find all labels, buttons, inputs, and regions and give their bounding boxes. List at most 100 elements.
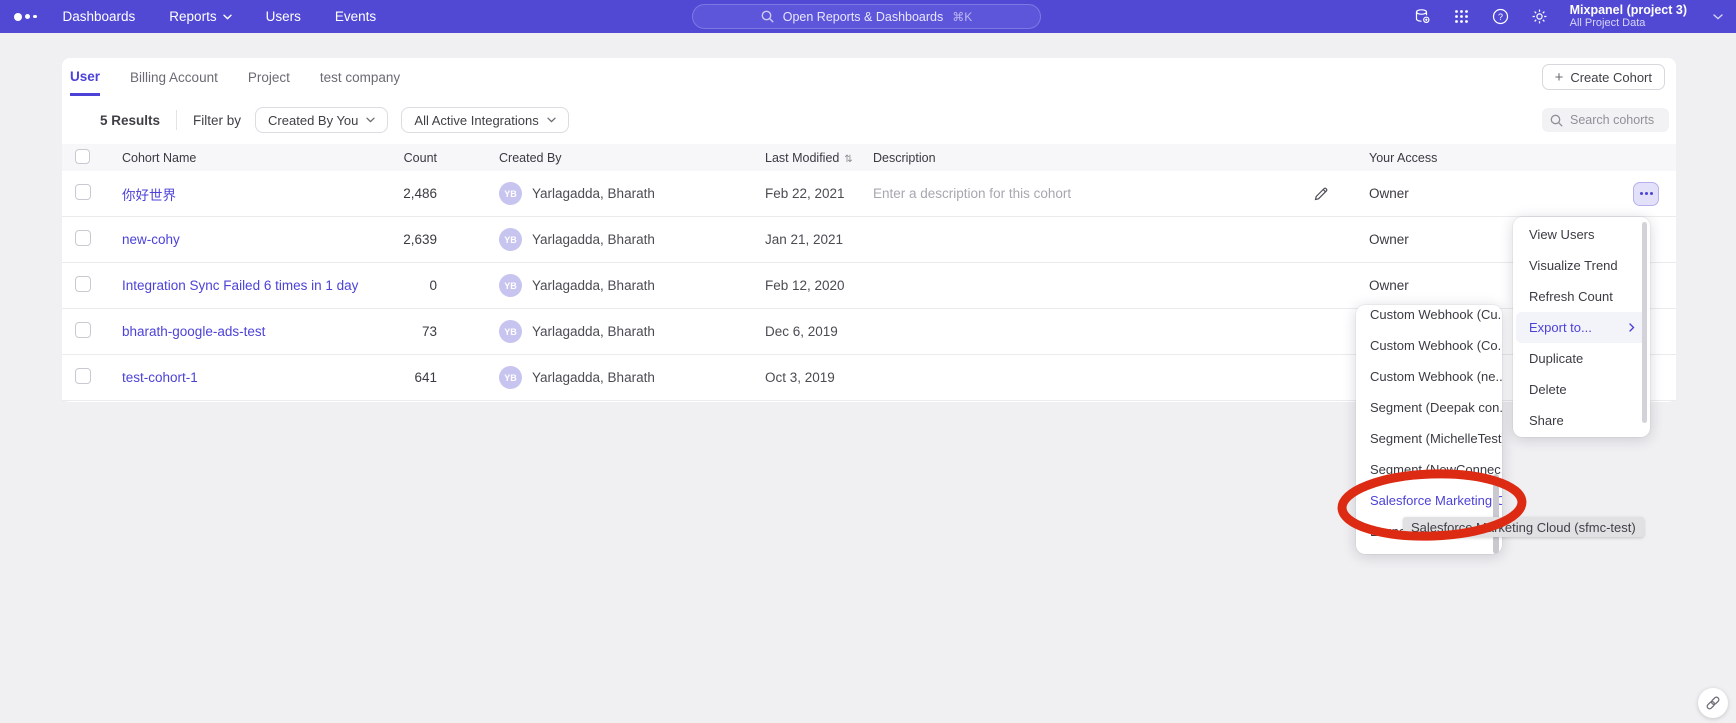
search-cohorts-box [1542, 108, 1669, 132]
nav-item-dashboards[interactable]: Dashboards [63, 9, 136, 24]
menu-item-visualize-trend[interactable]: Visualize Trend [1513, 250, 1650, 281]
submenu-item-segment-1[interactable]: Segment (Deepak con... [1356, 392, 1502, 423]
creator-name: Yarlagadda, Bharath [532, 278, 655, 293]
submenu-item-segment-3[interactable]: Segment (NewConnec... [1356, 454, 1502, 485]
cohort-name-link[interactable]: test-cohort-1 [122, 370, 198, 385]
menu-item-view-users[interactable]: View Users [1513, 219, 1650, 250]
filter-by-label: Filter by [193, 113, 241, 128]
cohort-count: 2,486 [382, 186, 437, 201]
row-checkbox[interactable] [75, 276, 91, 292]
search-icon [761, 10, 774, 23]
cohort-name-link[interactable]: new-cohy [122, 232, 180, 247]
description-input[interactable]: Enter a description for this cohort [861, 186, 1309, 201]
menu-item-share[interactable]: Share [1513, 405, 1650, 436]
last-modified: Oct 3, 2019 [753, 370, 861, 385]
edit-pencil-icon[interactable] [1313, 186, 1357, 202]
col-count: Count [382, 151, 437, 165]
access-level: Owner [1357, 186, 1627, 201]
table-header: Cohort Name Count Created By Last Modifi… [62, 144, 1676, 171]
creator-name: Yarlagadda, Bharath [532, 370, 655, 385]
avatar: YB [499, 182, 522, 205]
menu-item-refresh-count[interactable]: Refresh Count [1513, 281, 1650, 312]
avatar: YB [499, 366, 522, 389]
select-all-checkbox[interactable] [75, 149, 90, 164]
cohort-count: 2,639 [382, 232, 437, 247]
share-link-button[interactable] [1698, 688, 1728, 718]
row-context-menu: View Users Visualize Trend Refresh Count… [1513, 217, 1650, 437]
cohort-name-link[interactable]: 你好世界 [122, 188, 176, 203]
col-cohort-name: Cohort Name [110, 151, 382, 165]
submenu-chevron-icon [1629, 323, 1635, 332]
tab-test-company[interactable]: test company [320, 60, 400, 94]
project-switcher[interactable]: Mixpanel (project 3) All Project Data [1570, 3, 1687, 30]
sort-icon: ⇅ [844, 154, 852, 165]
salesforce-tooltip: Salesforce Marketing Cloud (sfmc-test) [1403, 517, 1644, 537]
tab-project[interactable]: Project [248, 60, 290, 94]
mixpanel-logo[interactable] [14, 13, 37, 21]
menu-item-duplicate[interactable]: Duplicate [1513, 343, 1650, 374]
row-checkbox[interactable] [75, 368, 91, 384]
settings-gear-icon[interactable] [1531, 8, 1548, 25]
nav-item-reports[interactable]: Reports [169, 9, 231, 24]
search-cohorts-input[interactable] [1570, 113, 1660, 127]
cohort-name-link[interactable]: bharath-google-ads-test [122, 324, 265, 339]
search-icon [1550, 114, 1563, 127]
row-actions-button[interactable] [1633, 182, 1659, 206]
cohort-count: 641 [382, 370, 437, 385]
table-row: Integration Sync Failed 6 times in 1 day… [62, 263, 1676, 309]
col-last-modified[interactable]: Last Modified⇅ [753, 151, 861, 165]
table-row: new-cohy 2,639 YBYarlagadda, Bharath Jan… [62, 217, 1676, 263]
chevron-down-icon [223, 14, 232, 20]
avatar: YB [499, 320, 522, 343]
col-your-access: Your Access [1357, 151, 1627, 165]
submenu-item-custom-webhook-2[interactable]: Custom Webhook (Co... [1356, 330, 1502, 361]
results-count: 5 Results [100, 113, 160, 128]
col-created-by: Created By [487, 151, 753, 165]
row-checkbox[interactable] [75, 322, 91, 338]
global-search-button[interactable]: Open Reports & Dashboards ⌘K [692, 4, 1041, 29]
cohort-name-link[interactable]: Integration Sync Failed 6 times in 1 day [122, 278, 358, 293]
col-description: Description [861, 151, 1309, 165]
row-checkbox[interactable] [75, 184, 91, 200]
submenu-item-custom-webhook-1[interactable]: Custom Webhook (Cu... [1356, 305, 1502, 330]
cohort-count: 73 [382, 324, 437, 339]
nav-item-events[interactable]: Events [335, 9, 376, 24]
submenu-item-segment-2[interactable]: Segment (MichelleTest) [1356, 423, 1502, 454]
filter-bar: 5 Results Filter by Created By You All A… [62, 96, 1676, 144]
context-menu-scrollbar[interactable] [1642, 222, 1647, 423]
project-name: Mixpanel (project 3) [1570, 3, 1687, 17]
data-management-icon[interactable] [1414, 8, 1431, 25]
creator-name: Yarlagadda, Bharath [532, 232, 655, 247]
create-cohort-button[interactable]: + Create Cohort [1542, 64, 1665, 90]
last-modified: Dec 6, 2019 [753, 324, 861, 339]
last-modified: Feb 12, 2020 [753, 278, 861, 293]
tab-user[interactable]: User [70, 59, 100, 96]
chevron-down-icon [366, 117, 375, 123]
creator-name: Yarlagadda, Bharath [532, 324, 655, 339]
project-chevron-down-icon[interactable] [1709, 8, 1726, 25]
plus-icon: + [1555, 70, 1564, 85]
divider [176, 110, 177, 130]
nav-item-users[interactable]: Users [266, 9, 301, 24]
tab-billing-account[interactable]: Billing Account [130, 60, 218, 94]
apps-grid-icon[interactable] [1453, 8, 1470, 25]
integrations-filter[interactable]: All Active Integrations [401, 107, 568, 133]
menu-item-export-to[interactable]: Export to... [1516, 312, 1647, 343]
project-scope: All Project Data [1570, 17, 1687, 30]
help-icon[interactable]: ? [1492, 8, 1509, 25]
svg-text:?: ? [1498, 12, 1503, 22]
submenu-item-salesforce-marketing-cloud[interactable]: Salesforce Marketing C... [1356, 485, 1502, 516]
submenu-scrollbar[interactable] [1493, 474, 1499, 554]
menu-item-delete[interactable]: Delete [1513, 374, 1650, 405]
link-icon [1705, 695, 1721, 711]
table-row: 你好世界 2,486 YBYarlagadda, Bharath Feb 22,… [62, 171, 1676, 217]
global-search-label: Open Reports & Dashboards [783, 10, 944, 24]
row-checkbox[interactable] [75, 230, 91, 246]
created-by-filter[interactable]: Created By You [255, 107, 388, 133]
shortcut-hint: ⌘K [952, 10, 972, 24]
chevron-down-icon [547, 117, 556, 123]
creator-name: Yarlagadda, Bharath [532, 186, 655, 201]
tabs-bar: User Billing Account Project test compan… [62, 58, 1676, 96]
submenu-item-custom-webhook-3[interactable]: Custom Webhook (ne... [1356, 361, 1502, 392]
avatar: YB [499, 228, 522, 251]
